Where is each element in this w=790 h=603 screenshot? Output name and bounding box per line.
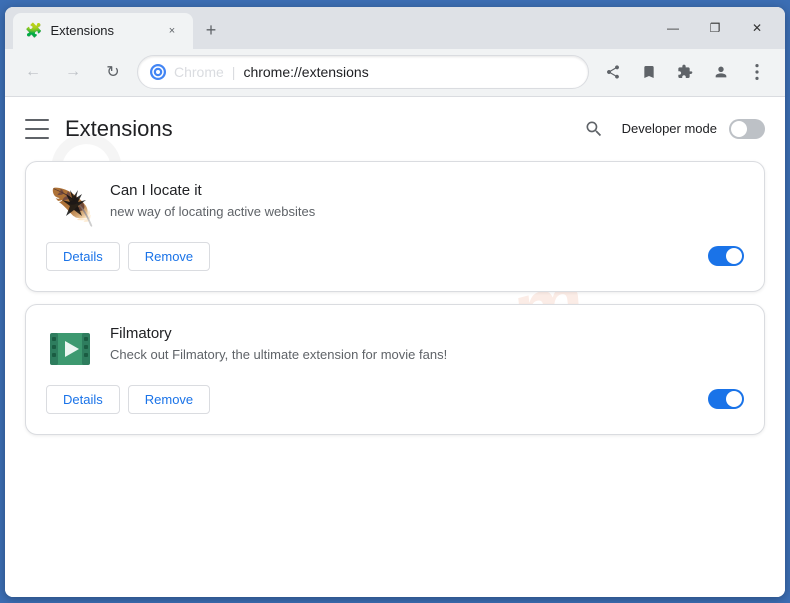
hamburger-line-3 xyxy=(25,137,49,139)
close-button[interactable]: ✕ xyxy=(737,15,777,41)
extension-details-filmatory: Filmatory Check out Filmatory, the ultim… xyxy=(110,325,744,364)
extension-actions-filmatory: Details Remove xyxy=(46,385,744,414)
tab-title: Extensions xyxy=(50,23,155,38)
extension-desc-can-locate-it: new way of locating active websites xyxy=(110,203,744,221)
details-button-filmatory[interactable]: Details xyxy=(46,385,120,414)
url-text: chrome://extensions xyxy=(243,64,576,80)
browser-window: 🧩 Extensions × + — ❐ ✕ ← → ↻ Chrome | ch… xyxy=(5,7,785,597)
search-extensions-button[interactable] xyxy=(578,113,610,145)
toggle-thumb-can-locate-it xyxy=(726,248,742,264)
active-tab[interactable]: 🧩 Extensions × xyxy=(13,13,193,49)
extension-info-can-locate-it: 🪶 Can I locate it new way of locating ac… xyxy=(46,182,744,230)
toggle-thumb-filmatory xyxy=(726,391,742,407)
address-bar[interactable]: Chrome | chrome://extensions xyxy=(137,55,589,89)
hamburger-line-1 xyxy=(25,119,49,121)
forward-button[interactable]: → xyxy=(57,56,89,88)
header-right: Developer mode xyxy=(578,113,765,145)
extension-actions-can-locate-it: Details Remove xyxy=(46,242,744,271)
toggle-filmatory[interactable] xyxy=(708,389,744,409)
tab-close-button[interactable]: × xyxy=(163,22,181,40)
main-content: fiash.com Extensions Developer mode xyxy=(5,97,785,597)
extension-desc-filmatory: Check out Filmatory, the ultimate extens… xyxy=(110,346,744,364)
reload-button[interactable]: ↻ xyxy=(97,56,129,88)
window-controls: — ❐ ✕ xyxy=(653,15,777,41)
details-button-can-locate-it[interactable]: Details xyxy=(46,242,120,271)
back-button[interactable]: ← xyxy=(17,56,49,88)
extension-info-filmatory: Filmatory Check out Filmatory, the ultim… xyxy=(46,325,744,373)
more-options-button[interactable] xyxy=(741,56,773,88)
developer-mode-toggle[interactable] xyxy=(729,119,765,139)
developer-mode-label: Developer mode xyxy=(622,121,717,136)
url-separator: Chrome xyxy=(174,64,224,80)
title-bar: 🧩 Extensions × + — ❐ ✕ xyxy=(5,7,785,49)
header-left: Extensions xyxy=(25,116,173,142)
extension-name-can-locate-it: Can I locate it xyxy=(110,182,744,199)
extension-details-can-locate-it: Can I locate it new way of locating acti… xyxy=(110,182,744,221)
extensions-toolbar-button[interactable] xyxy=(669,56,701,88)
new-tab-button[interactable]: + xyxy=(197,17,225,45)
site-favicon xyxy=(150,64,166,80)
bookmark-button[interactable] xyxy=(633,56,665,88)
page-title: Extensions xyxy=(65,116,173,142)
sidebar-toggle-button[interactable] xyxy=(25,119,49,139)
url-pipe: | xyxy=(232,64,236,80)
extension-name-filmatory: Filmatory xyxy=(110,325,744,342)
tab-extension-icon: 🧩 xyxy=(25,22,42,39)
remove-button-can-locate-it[interactable]: Remove xyxy=(128,242,210,271)
profile-button[interactable] xyxy=(705,56,737,88)
extensions-list: 🪶 Can I locate it new way of locating ac… xyxy=(5,161,785,455)
extensions-page-header: Extensions Developer mode xyxy=(5,97,785,161)
hamburger-line-2 xyxy=(25,128,49,130)
restore-button[interactable]: ❐ xyxy=(695,15,735,41)
extension-icon-can-locate-it: 🪶 xyxy=(46,182,94,230)
remove-button-filmatory[interactable]: Remove xyxy=(128,385,210,414)
extension-icon-filmatory xyxy=(46,325,94,373)
toolbar-actions xyxy=(597,56,773,88)
toggle-can-locate-it[interactable] xyxy=(708,246,744,266)
toggle-thumb xyxy=(731,121,747,137)
share-button[interactable] xyxy=(597,56,629,88)
extension-card-can-locate-it: 🪶 Can I locate it new way of locating ac… xyxy=(25,161,765,292)
extension-card-filmatory: Filmatory Check out Filmatory, the ultim… xyxy=(25,304,765,435)
minimize-button[interactable]: — xyxy=(653,15,693,41)
toolbar: ← → ↻ Chrome | chrome://extensions xyxy=(5,49,785,97)
